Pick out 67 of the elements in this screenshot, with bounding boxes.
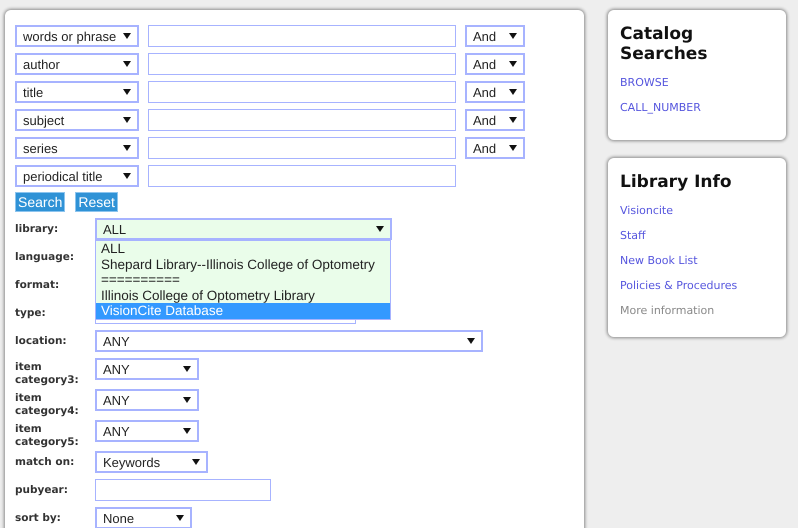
caret-icon: [183, 366, 191, 372]
dropdown[interactable]: ANY: [95, 389, 199, 411]
caret-icon: [509, 61, 517, 67]
dropdown-option[interactable]: Shepard Library--Illinois College of Optometry: [96, 256, 390, 272]
caret-icon: [123, 61, 131, 67]
search-field[interactable]: [148, 53, 456, 75]
card-title: Library Info: [620, 172, 733, 192]
caret-icon: [376, 226, 384, 232]
sidebar-link[interactable]: New Book List: [620, 254, 698, 267]
field-dropdown[interactable]: subject: [15, 109, 139, 131]
caret-icon: [123, 145, 131, 151]
caret-icon: [183, 428, 191, 434]
caret-icon: [123, 89, 131, 95]
sidebar-link[interactable]: Staff: [620, 229, 646, 242]
field-label: library:: [15, 222, 60, 237]
card-title: Catalog Searches: [620, 24, 708, 64]
search-field[interactable]: [148, 81, 456, 103]
caret-icon: [509, 33, 517, 39]
caret-icon: [123, 117, 131, 123]
operator-dropdown[interactable]: And: [465, 137, 525, 159]
search-field[interactable]: [148, 25, 456, 47]
dropdown[interactable]: ANY: [95, 330, 483, 352]
caret-icon: [509, 145, 517, 151]
caret-icon: [176, 515, 184, 521]
sidebar-link[interactable]: More information: [620, 304, 714, 317]
operator-dropdown[interactable]: And: [465, 25, 525, 47]
search-field[interactable]: [148, 165, 456, 187]
field-label: sort by:: [15, 511, 62, 526]
field-label: language:: [15, 250, 76, 265]
operator-dropdown[interactable]: And: [465, 81, 525, 103]
search-field[interactable]: [148, 137, 456, 159]
field-dropdown[interactable]: author: [15, 53, 139, 75]
field-label: item category5:: [15, 422, 80, 450]
field-label: type:: [15, 306, 47, 321]
operator-dropdown[interactable]: And: [465, 53, 525, 75]
field-dropdown[interactable]: words or phrase: [15, 25, 139, 47]
text-field[interactable]: [95, 479, 271, 501]
field-label: match on:: [15, 455, 76, 470]
operator-dropdown[interactable]: And: [465, 109, 525, 131]
dropdown-option[interactable]: ==========: [96, 272, 390, 288]
sidebar-link[interactable]: Policies & Procedures: [620, 279, 738, 292]
field-dropdown[interactable]: series: [15, 137, 139, 159]
caret-icon: [183, 397, 191, 403]
sidebar-link[interactable]: Visioncite: [620, 204, 674, 217]
dropdown[interactable]: ANY: [95, 420, 199, 442]
dropdown[interactable]: None: [95, 507, 192, 528]
dropdown[interactable]: ANY: [95, 358, 199, 380]
caret-icon: [509, 89, 517, 95]
dropdown-option[interactable]: ALL: [96, 241, 390, 256]
field-label: pubyear:: [15, 483, 69, 498]
dropdown[interactable]: ALL: [95, 218, 392, 240]
field-label: item category3:: [15, 360, 80, 388]
caret-icon: [192, 459, 200, 465]
dropdown[interactable]: Keywords: [95, 451, 208, 473]
search-field[interactable]: [148, 109, 456, 131]
sidebar-link[interactable]: BROWSE: [620, 76, 669, 89]
caret-icon: [509, 117, 517, 123]
caret-icon: [123, 173, 131, 179]
caret-icon: [467, 338, 475, 344]
field-dropdown[interactable]: periodical title: [15, 165, 139, 187]
field-label: item category4:: [15, 391, 80, 419]
dropdown-option[interactable]: Illinois College of Optometry Library: [96, 288, 390, 303]
caret-icon: [123, 33, 131, 39]
field-label: format:: [15, 278, 60, 293]
sidebar-link[interactable]: CALL_NUMBER: [620, 101, 701, 114]
field-dropdown[interactable]: title: [15, 81, 139, 103]
field-label: location:: [15, 334, 68, 349]
